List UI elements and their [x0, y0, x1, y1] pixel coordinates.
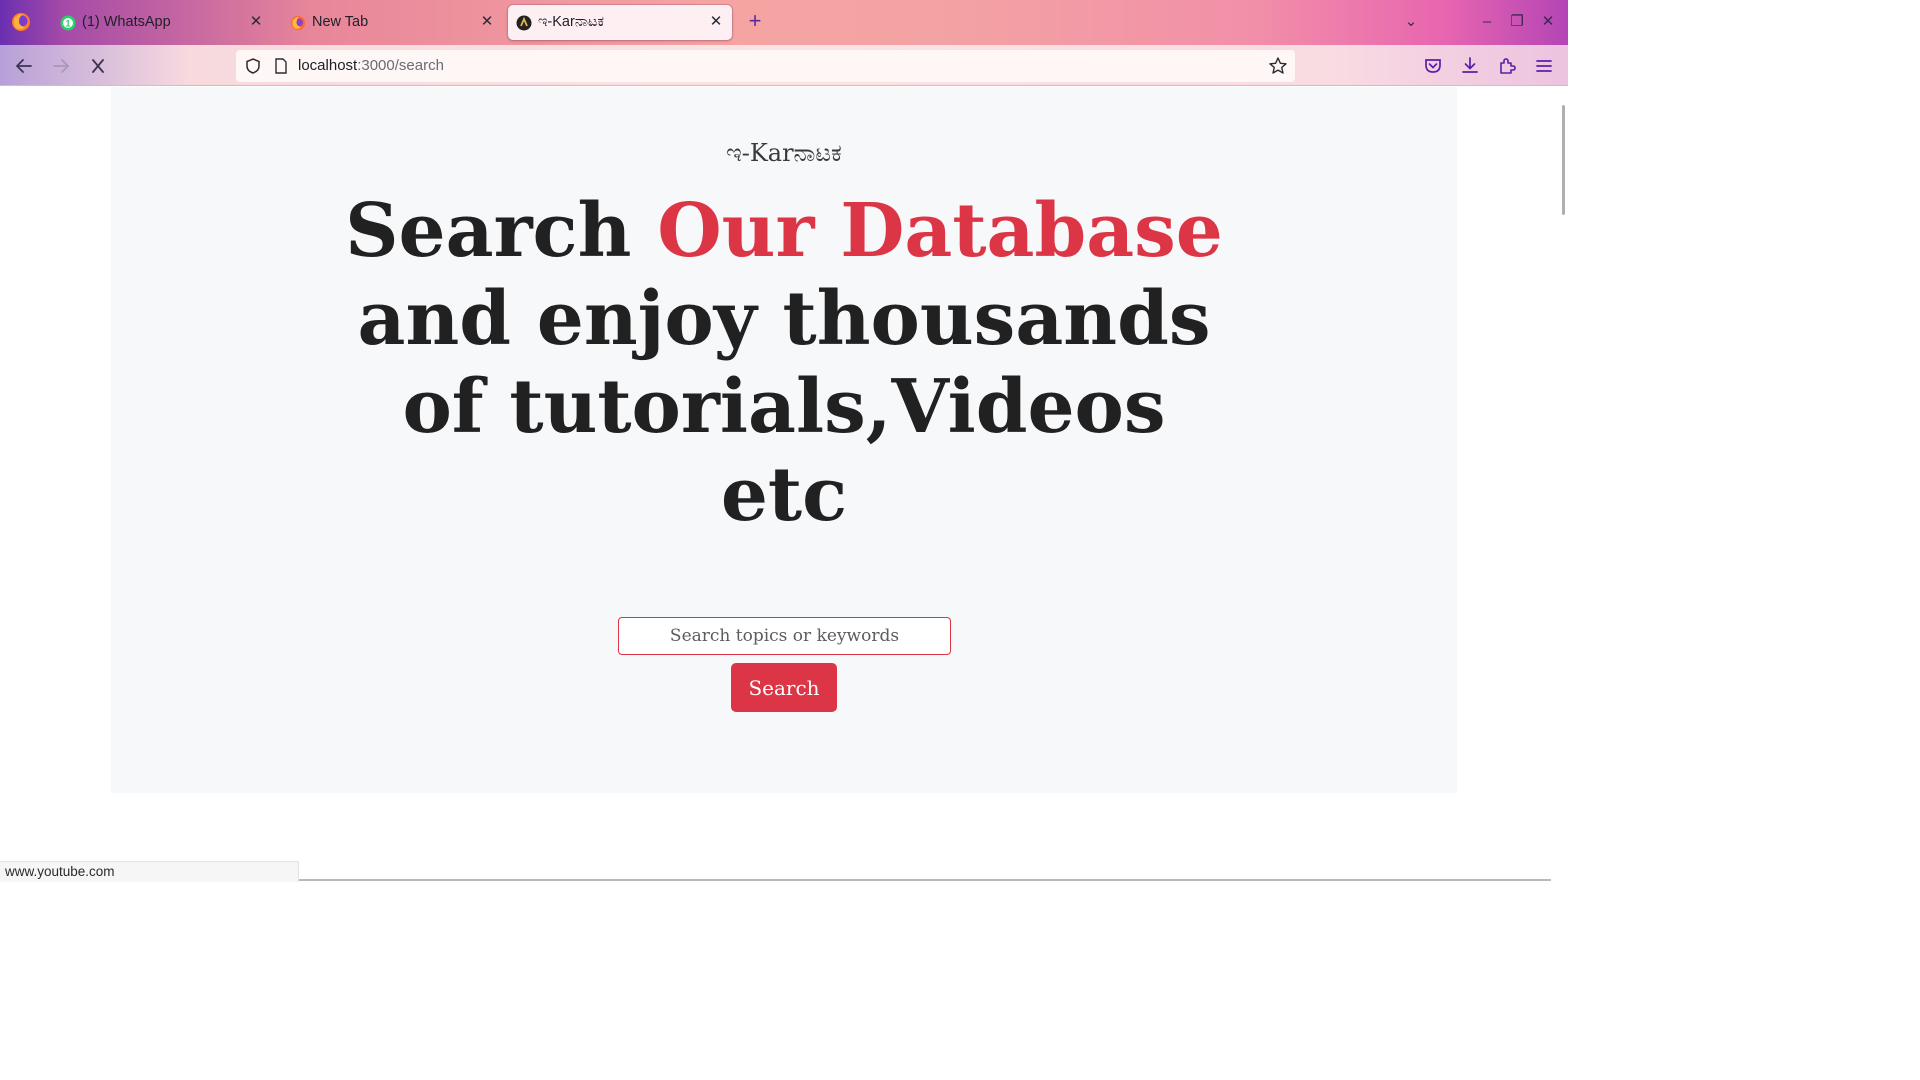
tab-whatsapp[interactable]: 1 (1) WhatsApp ✕ — [52, 5, 268, 40]
address-bar[interactable]: localhost:3000/search — [236, 50, 1295, 82]
close-tab-icon[interactable]: ✕ — [706, 12, 726, 32]
page-headline: Search Our Database and enjoy thousands … — [329, 187, 1239, 539]
tracking-protection-shield-icon[interactable] — [244, 57, 262, 75]
firefox-icon — [291, 16, 305, 30]
pocket-icon[interactable] — [1422, 55, 1444, 77]
url-text: localhost:3000/search — [298, 57, 444, 74]
tab-active-site[interactable]: ಇ-Karನಾಟಕ ✕ — [508, 5, 732, 40]
tab-title: ಇ-Karನಾಟಕ — [538, 14, 604, 30]
headline-text: and enjoy thousands of tutorials,Videos … — [357, 276, 1211, 538]
whatsapp-icon: 1 — [60, 15, 76, 31]
headline-text: Search — [345, 188, 658, 274]
new-tab-icon[interactable]: + — [744, 10, 766, 32]
site-brand: ಇ-Karನಾಟಕ — [726, 139, 842, 167]
headline-accent: Our Database — [657, 188, 1223, 274]
search-input[interactable] — [618, 617, 951, 655]
close-window-icon[interactable]: ✕ — [1538, 12, 1558, 32]
stop-loading-icon[interactable] — [86, 55, 110, 77]
page-scrollbar[interactable] — [1558, 87, 1568, 882]
tab-title: New Tab — [312, 14, 369, 30]
loading-progress-line — [299, 879, 1551, 881]
search-button[interactable]: Search — [731, 663, 837, 712]
close-tab-icon[interactable]: ✕ — [477, 12, 497, 32]
extensions-puzzle-icon[interactable] — [1496, 55, 1518, 77]
site-favicon — [516, 15, 532, 31]
downloads-icon[interactable] — [1459, 55, 1481, 77]
restore-icon[interactable]: ❐ — [1507, 12, 1527, 32]
tab-title: (1) WhatsApp — [82, 14, 171, 30]
close-tab-icon[interactable]: ✕ — [246, 12, 266, 32]
tab-bar: 1 (1) WhatsApp ✕ New Tab ✕ ಇ-Karನಾಟಕ ✕ +… — [0, 0, 1568, 45]
svg-text:1: 1 — [65, 19, 70, 29]
forward-arrow-icon[interactable] — [49, 55, 73, 77]
bookmark-star-icon[interactable] — [1268, 56, 1288, 76]
list-all-tabs-icon[interactable]: ⌄ — [1401, 12, 1421, 32]
page-info-icon[interactable] — [274, 58, 288, 74]
hamburger-menu-icon[interactable] — [1533, 55, 1555, 77]
minimize-icon[interactable]: – — [1477, 12, 1497, 32]
tab-new-tab[interactable]: New Tab ✕ — [282, 5, 498, 40]
scrollbar-thumb[interactable] — [1562, 105, 1565, 215]
firefox-menu-icon[interactable] — [10, 11, 32, 33]
search-hero-section: ಇ-Karನಾಟಕ Search Our Database and enjoy … — [111, 87, 1457, 793]
back-arrow-icon[interactable] — [12, 55, 36, 77]
status-bar: www.youtube.com — [0, 861, 299, 882]
